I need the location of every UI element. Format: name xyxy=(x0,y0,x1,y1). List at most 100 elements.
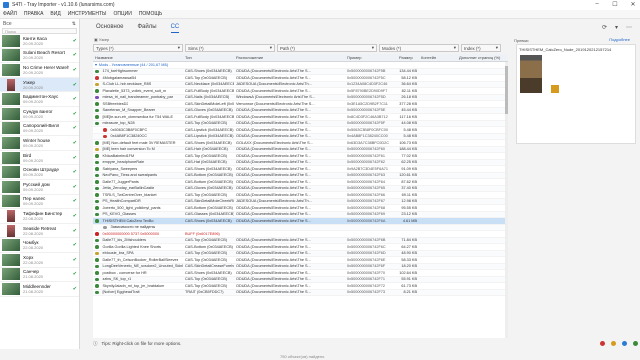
cell-path: ODUDA (Documents\Electronic Arts\The S..… xyxy=(236,218,311,223)
sidebar-item[interactable]: Пер налес 09.09.2020 ✔ xyxy=(0,195,79,210)
tab-general[interactable]: Основное xyxy=(96,24,124,33)
tray-thumbnail xyxy=(2,180,20,193)
cell-name: postbox - converse for HR xyxy=(102,270,147,275)
cell-name: Jetta_Zeroday_earBallinCastle xyxy=(102,186,155,191)
sidebar-filter-label[interactable]: Все xyxy=(3,21,12,27)
cell-example: 0x5000000006742F64 xyxy=(347,179,386,184)
col-type[interactable]: Тип xyxy=(183,55,234,60)
sidebar-item[interactable]: Seaside Retreat 22.08.2020 ✔ xyxy=(0,224,79,239)
cell-name: SkynilyJaiadn_ml_top_jm_bratdalum xyxy=(102,283,165,288)
tray-thumbnail xyxy=(2,195,20,208)
check-icon: ✔ xyxy=(72,198,77,205)
check-icon: ✔ xyxy=(72,96,77,103)
sidebar-item[interactable]: Канти Каса 20.09.2020 ✔ xyxy=(0,34,79,49)
menu-file[interactable]: ФАЙЛ xyxy=(3,11,17,17)
tray-thumbnail xyxy=(2,268,20,281)
cell-name: 0x4AB8F1C38240CC xyxy=(110,134,148,139)
col-example[interactable]: Пример xyxy=(345,55,397,60)
cell-name: KNicaBabeled1FM xyxy=(102,153,135,158)
cell-size: 95.55 KB xyxy=(401,205,417,210)
status-dot-icon xyxy=(95,251,99,255)
chevron-down-icon[interactable]: ▾ xyxy=(615,24,618,31)
table-row[interactable]: [Nofcer] EggheadTrait TRAIT (0xCB5FDDC7) O… xyxy=(93,289,508,296)
filter-dropdown[interactable]: Sims (*) ▾ xyxy=(185,44,275,52)
cell-name: S-Club LL.hdr.necklace_R8S xyxy=(102,82,152,87)
sidebar-item[interactable]: Чомбук 22.08.2020 ✔ xyxy=(0,238,79,253)
cell-path: ODUDA (Documents\Electronic Arts\The S..… xyxy=(236,108,311,113)
ok-status-icon[interactable] xyxy=(633,341,638,346)
sidebar-item[interactable]: Русский дом 09.09.2020 ✔ xyxy=(0,180,79,195)
cell-name: LongDeeVeneelo_NE_sxsdore2_Uncuted_SkinD… xyxy=(102,264,184,269)
menu-view[interactable]: ВИД xyxy=(50,11,60,17)
status-dot-icon xyxy=(95,199,99,203)
sidebar-sort-icon[interactable]: ⇅ xyxy=(72,21,76,27)
sidebar-item[interactable]: Узкер 20.09.2020 ✔ xyxy=(0,77,79,93)
col-path[interactable]: Расположение xyxy=(234,55,345,60)
status-dot-icon xyxy=(95,167,99,171)
close-button[interactable]: ✕ xyxy=(628,1,638,8)
cell-type: CAS-Top (0x034AEECB) xyxy=(185,192,227,197)
menu-options[interactable]: ОПЦИИ xyxy=(113,11,131,17)
sidebar-item[interactable]: Хорх 22.08.2020 ✔ xyxy=(0,253,79,268)
cell-example: 0x4AB8F1C38240CC00 xyxy=(347,134,388,139)
cell-name: miesa_tri_nail_trandreamer_ponbaby_par xyxy=(102,95,174,100)
menu-tools[interactable]: ИНСТРУМЕНТЫ xyxy=(68,11,107,17)
minimize-button[interactable]: – xyxy=(592,1,602,8)
sidebar-item[interactable]: Санчер 21.08.2020 ✔ xyxy=(0,268,79,283)
table-header: Название Тип Расположение Пример Размер … xyxy=(93,54,508,62)
cell-type: CAS-Top (0x034AEECB) xyxy=(185,277,227,282)
maximize-button[interactable]: ☐ xyxy=(610,1,620,8)
status-dot-icon xyxy=(95,219,99,223)
sidebar-item[interactable]: No Crime Here! Warehc…20.09.2020✔ xyxy=(0,63,79,78)
cell-size: 4.61 MB xyxy=(402,218,417,223)
col-extra[interactable]: Дополнит страниц (%) xyxy=(457,55,508,60)
filter-dropdown[interactable]: Modes (*) ▾ xyxy=(379,44,459,52)
sidebar-item[interactable]: Сундук вангог 09.09.2020 ✔ xyxy=(0,107,79,122)
status-dot-icon xyxy=(95,89,99,93)
filter-dropdown[interactable]: Types (*) ▾ xyxy=(93,44,183,52)
sidebar-item[interactable]: Основн Штрауде 09.09.2020 ✔ xyxy=(0,165,79,180)
col-name[interactable]: Название xyxy=(93,55,183,60)
status-dot-icon xyxy=(95,180,99,184)
cell-example: 0x5000000006742F6F xyxy=(347,264,386,269)
sidebar-item[interactable]: Тифефин Бинстер 22.08.2020 ✔ xyxy=(0,209,79,224)
menu-help[interactable]: ПОМОЩЬ xyxy=(139,11,163,17)
cell-size: 64.27 KB xyxy=(401,244,417,249)
info-status-icon[interactable] xyxy=(622,341,627,346)
filter-dropdown[interactable]: Path (*) ▾ xyxy=(277,44,377,52)
preview-color-swatch xyxy=(551,85,559,93)
menu-edit[interactable]: ПРАВКА xyxy=(24,11,44,17)
sidebar-item[interactable]: Sulani Beach Resort 20.09.2020 ✔ xyxy=(0,49,79,64)
preview-panel: THISISTHEM_CalcZero_Nude_201912021215721… xyxy=(516,44,636,144)
error-status-icon[interactable] xyxy=(600,341,605,346)
tab-cc[interactable]: СС xyxy=(170,24,180,33)
sidebar-header: Все ⇅ xyxy=(0,19,79,28)
cell-size: 91.09 KB xyxy=(401,166,417,171)
sidebar-item[interactable]: Middleennder 21.08.2020 ✔ xyxy=(0,282,79,297)
refresh-icon[interactable]: ⟳ xyxy=(602,24,607,31)
check-icon: ✔ xyxy=(72,37,77,44)
sidebar-item[interactable]: Bird 09.09.2020 ✔ xyxy=(0,151,79,166)
cell-path: ODUDA (Documents\Electronic Arts\The S..… xyxy=(236,186,311,191)
scrollbar-thumb[interactable] xyxy=(505,66,508,114)
cell-path: ODUDA (Documents\Electronic Arts\The S..… xyxy=(236,290,311,295)
cell-size: 23.12 KB xyxy=(401,212,417,217)
cell-path: ODUDA (Documents\Electronic Arts\The S..… xyxy=(236,134,311,139)
col-size[interactable]: Размер xyxy=(397,55,419,60)
more-icon[interactable]: ⋯ xyxy=(626,24,632,31)
col-container[interactable]: Контейн xyxy=(419,55,457,60)
sidebar-item[interactable]: Сапоролий-Вилл 09.09.2020 ✔ xyxy=(0,122,79,137)
sidebar-item[interactable]: Winter house 09.09.2020 ✔ xyxy=(0,136,79,151)
filter-dropdown[interactable]: Index (*) ▾ xyxy=(461,44,501,52)
sidebar-item[interactable]: Бадминтон-Хаус 09.09.2020 ✔ xyxy=(0,92,79,107)
table-scrollbar[interactable] xyxy=(505,62,508,338)
status-dot-icon xyxy=(95,154,99,158)
cell-type: CAS-Shoes (0x034AEECB) xyxy=(185,218,232,223)
sidebar-item-date: 20.09.2020 xyxy=(23,55,44,61)
sidebar-list: Канти Каса 20.09.2020 ✔ Sulani Beach Resort… xyxy=(0,34,79,297)
details-link[interactable]: Подробнее xyxy=(609,37,630,42)
cell-path: ODUDA (Documents\Electronic Arts\The S..… xyxy=(236,173,311,178)
tab-files[interactable]: Файлы xyxy=(138,24,157,33)
cell-example: 0x5000000006742F5B xyxy=(347,69,386,74)
warning-status-icon[interactable] xyxy=(611,341,616,346)
